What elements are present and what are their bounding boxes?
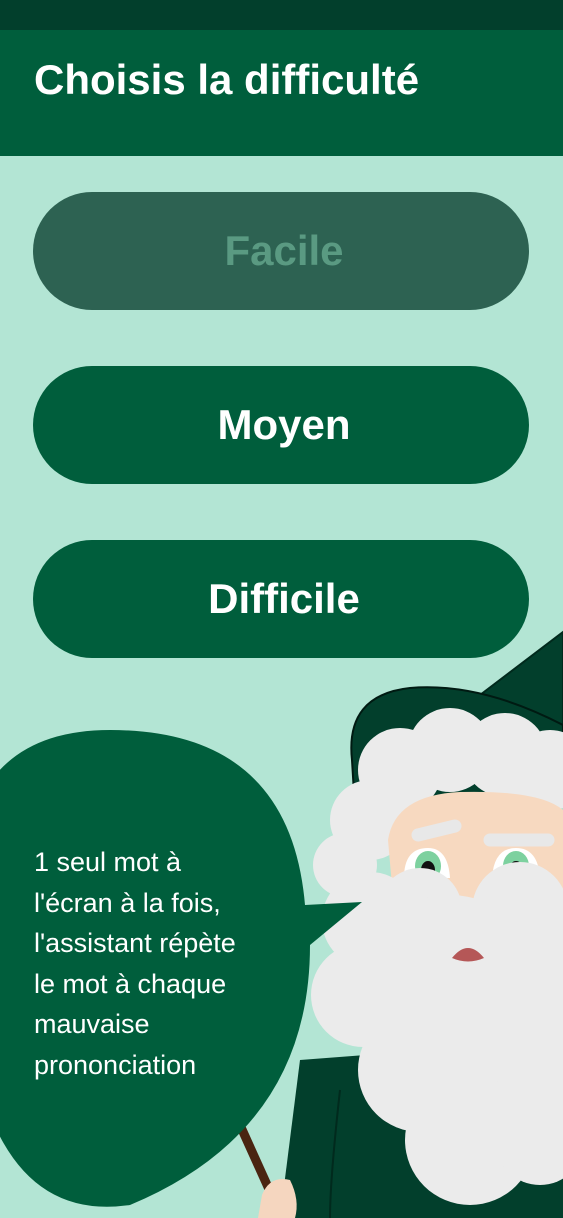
- app-bar: Choisis la difficulté: [0, 30, 563, 156]
- wizard-eyebrow-left: [411, 819, 462, 842]
- medium-button[interactable]: Moyen: [33, 366, 529, 484]
- assistant-scene: 1 seul mot à l'écran à la fois, l'assist…: [0, 620, 563, 1218]
- easy-button[interactable]: Facile: [33, 192, 529, 310]
- page-title: Choisis la difficulté: [34, 56, 420, 103]
- assistant-message: 1 seul mot à l'écran à la fois, l'assist…: [34, 847, 236, 1080]
- status-bar: [0, 0, 563, 30]
